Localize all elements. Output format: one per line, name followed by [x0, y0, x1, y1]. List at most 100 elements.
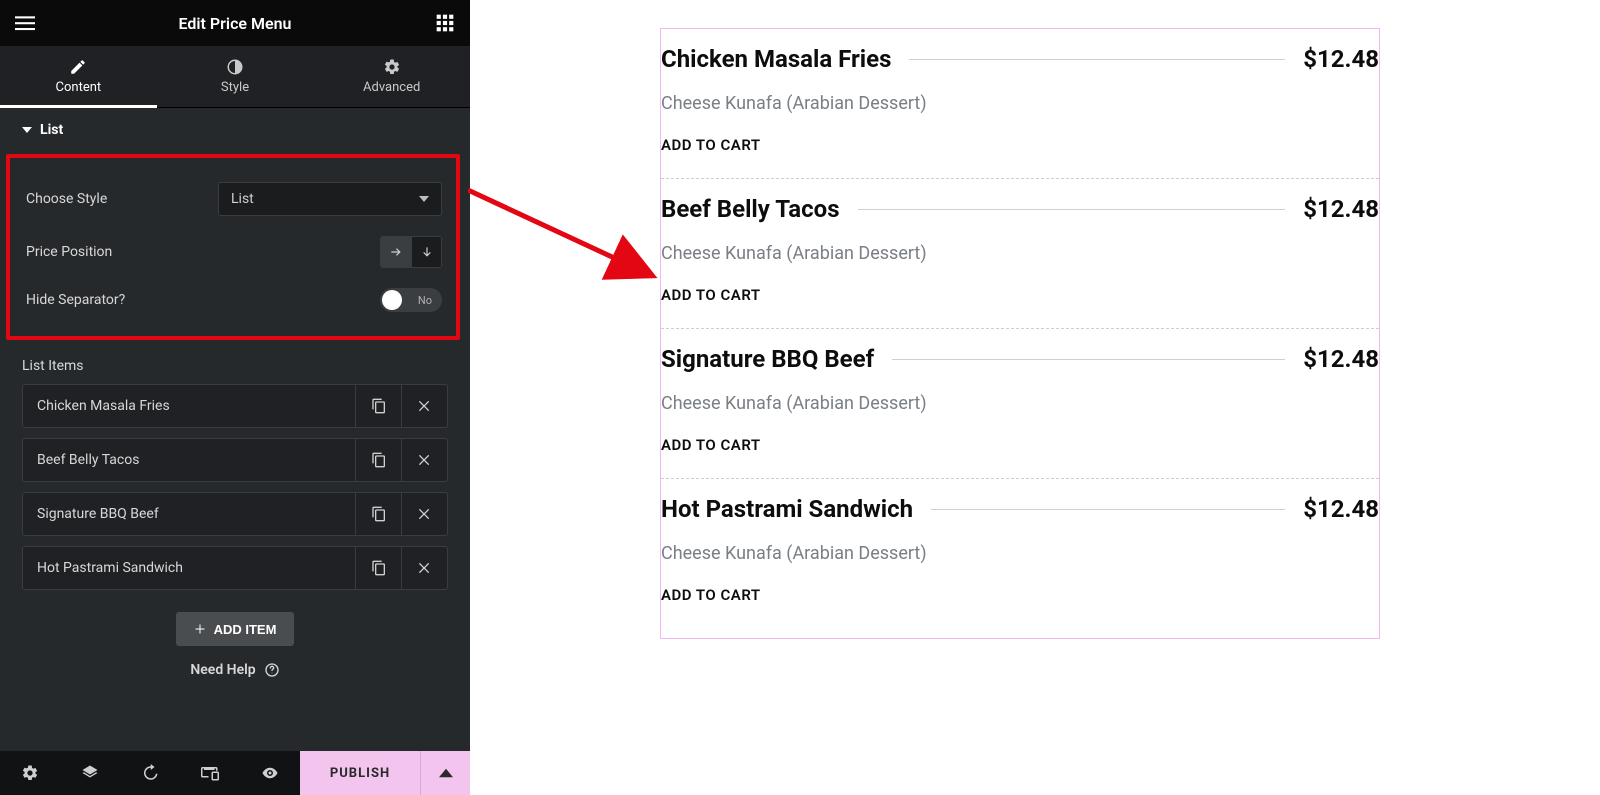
price-position-row: Price Position [16, 226, 452, 278]
panel-footer: PUBLISH [0, 751, 470, 795]
need-help-label: Need Help [190, 662, 255, 678]
menu-item-description: Cheese Kunafa (Arabian Dessert) [661, 373, 1379, 414]
add-to-cart-link[interactable]: ADD TO CART [661, 564, 1379, 604]
close-icon [417, 452, 433, 468]
close-icon [417, 560, 433, 576]
publish-button[interactable]: PUBLISH [300, 751, 420, 795]
tab-content-label: Content [56, 80, 102, 95]
highlight-annotation: Choose Style List Price Position [6, 154, 460, 340]
panel-title: Edit Price Menu [179, 14, 292, 33]
menu-item-title: Signature BBQ Beef [661, 345, 874, 373]
list-item[interactable]: Signature BBQ Beef [22, 492, 448, 536]
price-position-right[interactable] [381, 237, 411, 267]
toggle-value: No [418, 294, 432, 307]
menu-item-price: $12.48 [1303, 195, 1379, 223]
add-to-cart-link[interactable]: ADD TO CART [661, 264, 1379, 304]
list-item-label[interactable]: Hot Pastrami Sandwich [23, 547, 355, 589]
remove-button[interactable] [401, 493, 447, 535]
duplicate-button[interactable] [355, 493, 401, 535]
list-item[interactable]: Hot Pastrami Sandwich [22, 546, 448, 590]
publish-label: PUBLISH [330, 766, 390, 781]
devices-icon [201, 764, 219, 782]
menu-item: Hot Pastrami Sandwich $12.48 Cheese Kuna… [661, 479, 1379, 628]
menu-item-description: Cheese Kunafa (Arabian Dessert) [661, 523, 1379, 564]
list-item-label[interactable]: Signature BBQ Beef [23, 493, 355, 535]
menu-icon[interactable] [14, 12, 36, 34]
menu-item-title: Hot Pastrami Sandwich [661, 495, 913, 523]
choose-style-label: Choose Style [26, 191, 107, 207]
tab-style[interactable]: Style [157, 46, 314, 107]
duplicate-button[interactable] [355, 385, 401, 427]
remove-button[interactable] [401, 547, 447, 589]
list-items-heading: List Items [0, 350, 470, 382]
choose-style-select[interactable]: List [218, 182, 442, 216]
preview-button[interactable] [240, 751, 300, 795]
add-item-label: ADD ITEM [214, 622, 277, 637]
hide-separator-row: Hide Separator? No [16, 278, 452, 322]
menu-item: Chicken Masala Fries $12.48 Cheese Kunaf… [661, 29, 1379, 179]
menu-separator [931, 509, 1285, 510]
caret-up-icon [439, 766, 453, 780]
settings-button[interactable] [0, 751, 60, 795]
menu-item-title: Chicken Masala Fries [661, 45, 891, 73]
publish-options-button[interactable] [420, 751, 470, 795]
list-item[interactable]: Beef Belly Tacos [22, 438, 448, 482]
list-item[interactable]: Chicken Masala Fries [22, 384, 448, 428]
toggle-knob [382, 290, 402, 310]
editor-panel: Edit Price Menu Content Style Advanced L… [0, 0, 470, 795]
publish-wrap: PUBLISH [300, 751, 470, 795]
price-menu-widget[interactable]: Chicken Masala Fries $12.48 Cheese Kunaf… [660, 28, 1380, 639]
duplicate-button[interactable] [355, 439, 401, 481]
add-to-cart-link[interactable]: ADD TO CART [661, 414, 1379, 454]
hide-separator-toggle[interactable]: No [380, 288, 442, 312]
choose-style-value: List [231, 191, 254, 207]
close-icon [417, 506, 433, 522]
list-items-repeater: Chicken Masala Fries Beef Belly Tacos Si… [0, 382, 470, 590]
menu-item-description: Cheese Kunafa (Arabian Dessert) [661, 223, 1379, 264]
copy-icon [371, 452, 387, 468]
tab-advanced[interactable]: Advanced [313, 46, 470, 107]
section-list-toggle[interactable]: List [0, 108, 470, 148]
chevron-down-icon [419, 194, 429, 204]
menu-separator [858, 209, 1286, 210]
eye-icon [261, 764, 279, 782]
copy-icon [371, 506, 387, 522]
price-position-down[interactable] [411, 237, 441, 267]
menu-item-title: Beef Belly Tacos [661, 195, 840, 223]
add-item-button[interactable]: ADD ITEM [176, 612, 295, 646]
panel-tabs: Content Style Advanced [0, 46, 470, 108]
price-position-label: Price Position [26, 244, 112, 260]
tab-advanced-label: Advanced [363, 80, 420, 95]
tab-content[interactable]: Content [0, 46, 157, 107]
price-position-group [380, 236, 442, 268]
arrow-right-icon [389, 245, 403, 259]
plus-icon [194, 623, 206, 635]
add-to-cart-link[interactable]: ADD TO CART [661, 114, 1379, 154]
remove-button[interactable] [401, 385, 447, 427]
apps-grid-icon[interactable] [434, 12, 456, 34]
tab-style-label: Style [221, 80, 249, 95]
menu-item: Beef Belly Tacos $12.48 Cheese Kunafa (A… [661, 179, 1379, 329]
choose-style-row: Choose Style List [16, 172, 452, 226]
duplicate-button[interactable] [355, 547, 401, 589]
remove-button[interactable] [401, 439, 447, 481]
hide-separator-label: Hide Separator? [26, 292, 125, 308]
navigator-button[interactable] [60, 751, 120, 795]
close-icon [417, 398, 433, 414]
history-button[interactable] [120, 751, 180, 795]
list-item-label[interactable]: Chicken Masala Fries [23, 385, 355, 427]
caret-down-icon [22, 125, 32, 135]
list-item-label[interactable]: Beef Belly Tacos [23, 439, 355, 481]
menu-item-price: $12.48 [1303, 345, 1379, 373]
copy-icon [371, 560, 387, 576]
menu-item-price: $12.48 [1303, 495, 1379, 523]
panel-body: List Choose Style List Price Position [0, 108, 470, 751]
panel-header: Edit Price Menu [0, 0, 470, 46]
menu-item-description: Cheese Kunafa (Arabian Dessert) [661, 73, 1379, 114]
layers-icon [81, 764, 99, 782]
menu-item: Signature BBQ Beef $12.48 Cheese Kunafa … [661, 329, 1379, 479]
arrow-down-icon [420, 245, 434, 259]
need-help-link[interactable]: Need Help [0, 652, 470, 692]
responsive-button[interactable] [180, 751, 240, 795]
preview-canvas: Chicken Masala Fries $12.48 Cheese Kunaf… [470, 0, 1600, 795]
